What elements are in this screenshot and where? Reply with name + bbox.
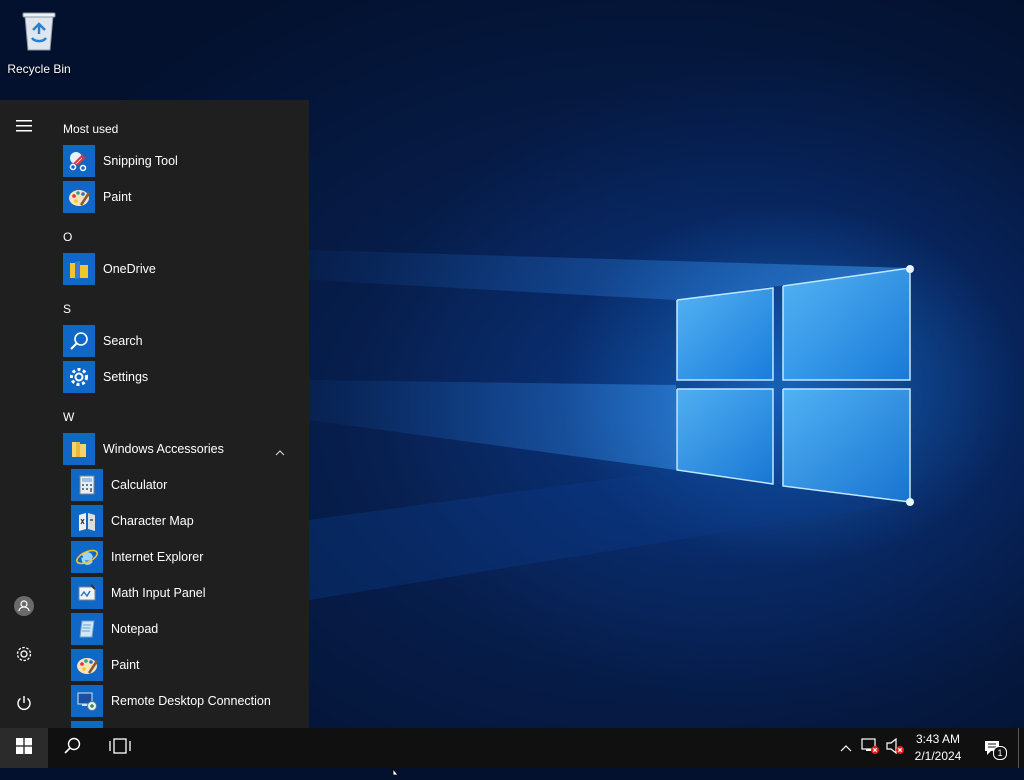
- app-label: Remote Desktop Connection: [111, 694, 271, 708]
- hamburger-icon: [16, 119, 32, 137]
- app-character-map[interactable]: Character Map: [71, 503, 303, 539]
- app-label: Paint: [103, 190, 132, 204]
- app-search[interactable]: Search: [63, 323, 303, 359]
- app-settings[interactable]: Settings: [63, 359, 303, 395]
- user-account-button[interactable]: [0, 588, 48, 628]
- app-label: OneDrive: [103, 262, 156, 276]
- app-list-next-item-partial[interactable]: [71, 719, 303, 728]
- app-label: Calculator: [111, 478, 168, 492]
- most-used-header: Most used: [63, 122, 119, 136]
- volume-muted-icon: [885, 737, 905, 760]
- recycle-bin-desktop-icon[interactable]: Recycle Bin: [4, 4, 74, 76]
- clock-date: 2/1/2024: [914, 749, 962, 763]
- app-paint[interactable]: Paint: [63, 179, 303, 215]
- app-notepad[interactable]: Notepad: [71, 611, 303, 647]
- app-math-input-panel[interactable]: Math Input Panel: [71, 575, 303, 611]
- app-label: Paint: [111, 658, 140, 672]
- user-icon: [14, 595, 34, 621]
- math-input-panel-icon: [71, 577, 103, 609]
- power-button[interactable]: [0, 685, 48, 725]
- chevron-up-icon[interactable]: [275, 443, 285, 461]
- calculator-icon: [71, 469, 103, 501]
- network-tray-button[interactable]: [858, 728, 882, 768]
- app-remote-desktop-connection[interactable]: Remote Desktop Connection: [71, 683, 303, 719]
- app-label: Notepad: [111, 622, 159, 636]
- app-internet-explorer[interactable]: Internet Explorer: [71, 539, 303, 575]
- notification-count-badge: 1: [993, 746, 1007, 760]
- start-menu: Most used Snipping Tool Paint O OneDrive…: [0, 100, 309, 728]
- search-icon: [63, 325, 95, 357]
- app-label: Search: [103, 334, 143, 348]
- expand-menu-button[interactable]: [0, 108, 48, 148]
- volume-tray-button[interactable]: [884, 728, 906, 768]
- start-button[interactable]: [0, 728, 48, 768]
- recycle-bin-label: Recycle Bin: [7, 62, 71, 76]
- group-letter-o[interactable]: O: [63, 230, 72, 244]
- chevron-up-icon: [840, 739, 852, 757]
- notifications-icon: 1: [983, 739, 1007, 760]
- app-label: Windows Accessories: [103, 442, 224, 456]
- action-center-button[interactable]: 1: [978, 728, 1008, 768]
- remote-desktop-icon: [71, 685, 103, 717]
- mouse-cursor: [392, 762, 402, 776]
- app-calculator[interactable]: Calculator: [71, 467, 303, 503]
- app-snipping-tool[interactable]: Snipping Tool: [63, 143, 303, 179]
- taskbar: 3:43 AM 2/1/2024 1: [0, 728, 1024, 768]
- paint-icon: [71, 649, 103, 681]
- app-list: Most used Snipping Tool Paint O OneDrive…: [48, 100, 309, 728]
- internet-explorer-icon: [71, 541, 103, 573]
- snipping-tool-icon: [63, 145, 95, 177]
- app-label: Math Input Panel: [111, 586, 206, 600]
- start-menu-rail: [0, 100, 48, 728]
- app-label: Settings: [103, 370, 149, 384]
- folder-windows-accessories[interactable]: Windows Accessories: [63, 431, 303, 467]
- group-letter-w[interactable]: W: [63, 410, 74, 424]
- app-paint-accessory[interactable]: Paint: [71, 647, 303, 683]
- task-view-icon: [109, 737, 131, 759]
- notepad-icon: [71, 613, 103, 645]
- app-label: Character Map: [111, 514, 194, 528]
- settings-rail-button[interactable]: [0, 636, 48, 676]
- show-hidden-icons-button[interactable]: [836, 728, 856, 768]
- windows-start-icon: [16, 737, 32, 759]
- taskbar-search-button[interactable]: [48, 728, 96, 768]
- taskbar-clock[interactable]: 3:43 AM 2/1/2024: [906, 731, 970, 765]
- character-map-icon: [71, 505, 103, 537]
- app-icon-partial: [71, 721, 103, 728]
- clock-time: 3:43 AM: [915, 732, 961, 746]
- task-view-button[interactable]: [96, 728, 144, 768]
- group-letter-s[interactable]: S: [63, 302, 71, 316]
- onedrive-icon: [63, 253, 95, 285]
- power-icon: [15, 694, 33, 717]
- settings-icon: [63, 361, 95, 393]
- folder-icon: [63, 433, 95, 465]
- app-label: Internet Explorer: [111, 550, 204, 564]
- recycle-bin-icon: [19, 8, 59, 52]
- app-onedrive[interactable]: OneDrive: [63, 251, 303, 287]
- network-disconnected-icon: [860, 737, 880, 760]
- app-label: Snipping Tool: [103, 154, 178, 168]
- settings-gear-icon: [15, 645, 33, 668]
- paint-icon: [63, 181, 95, 213]
- show-desktop-button[interactable]: [1018, 728, 1024, 768]
- search-icon: [63, 737, 81, 760]
